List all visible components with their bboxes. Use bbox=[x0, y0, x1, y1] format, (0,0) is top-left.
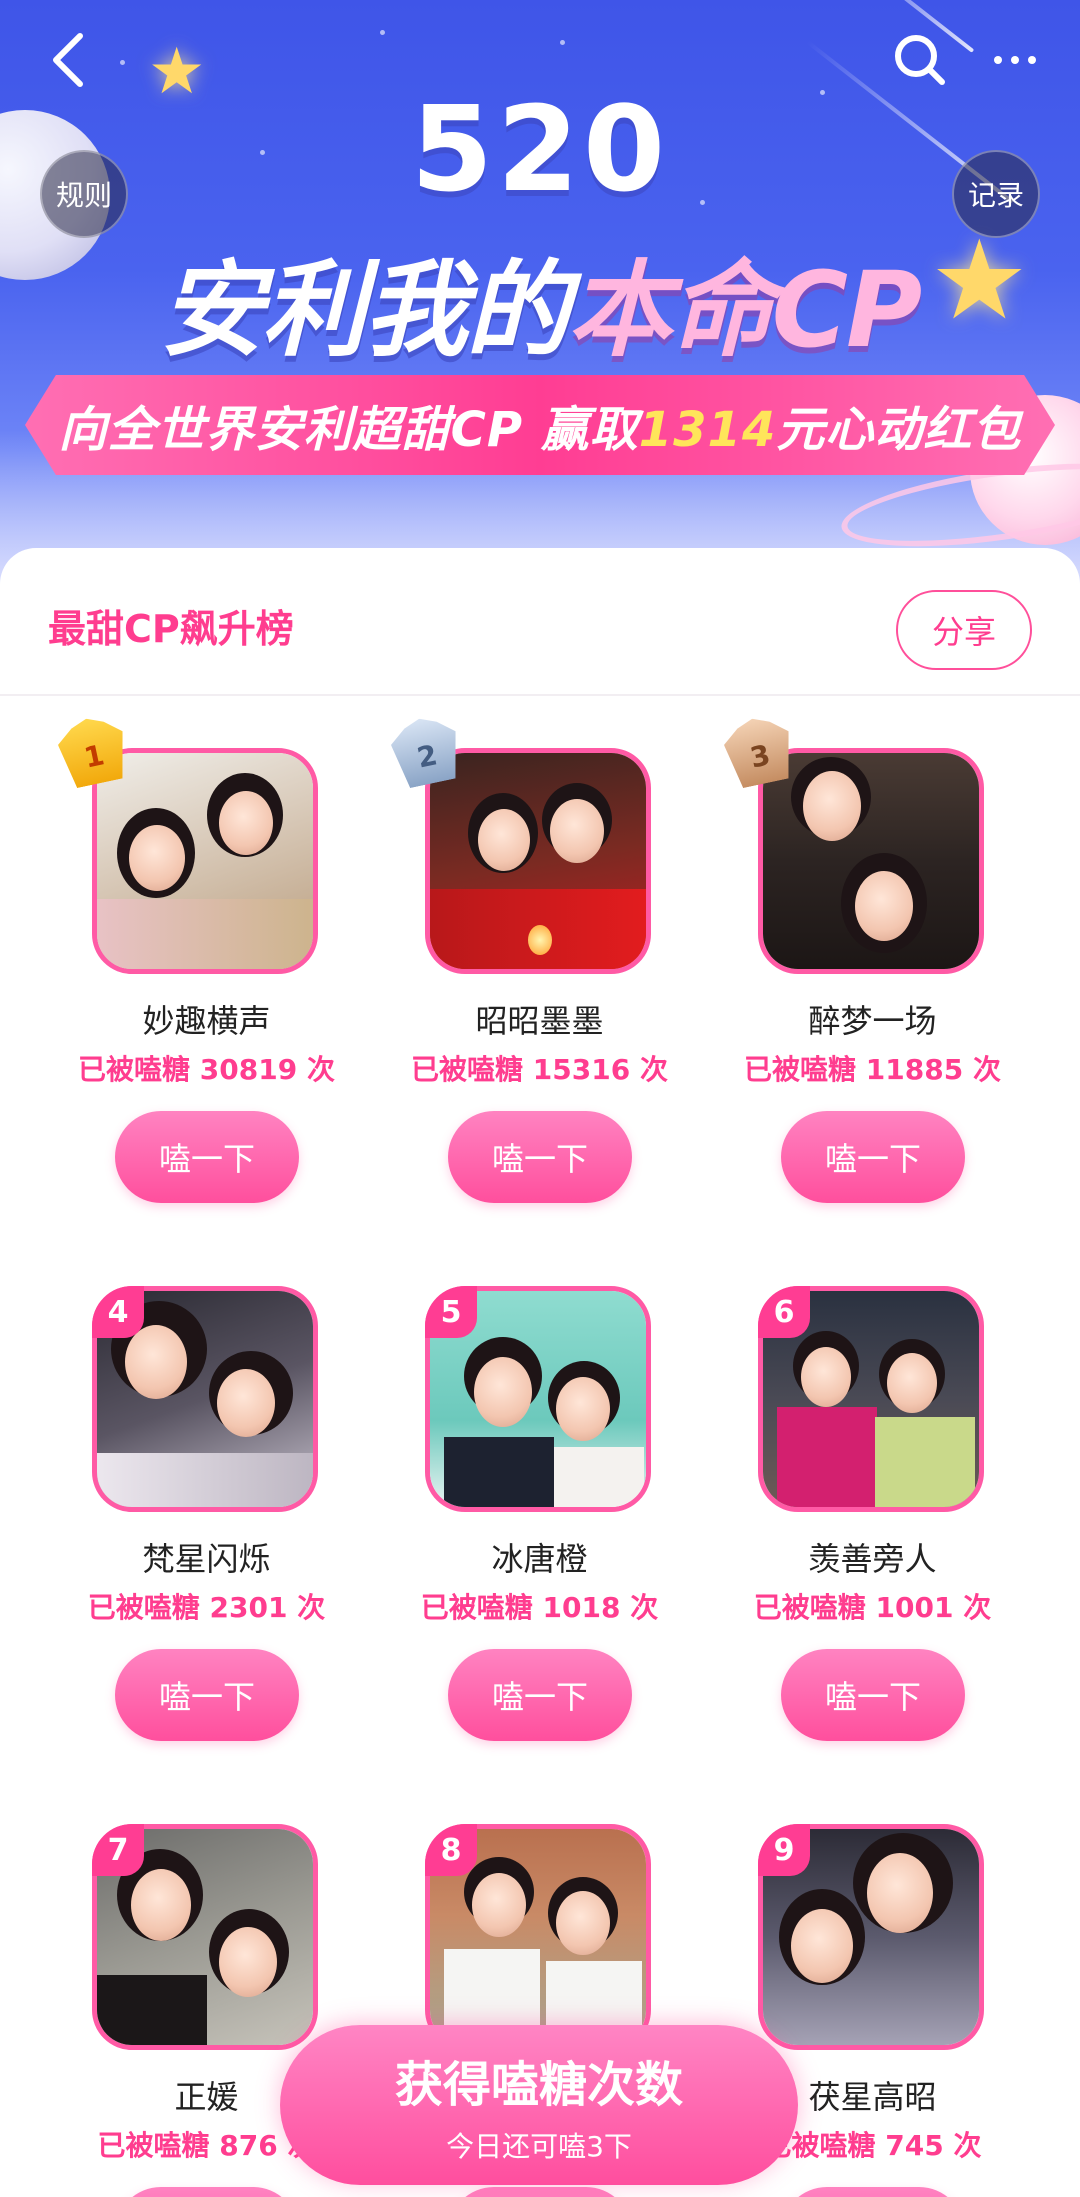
more-dot-icon bbox=[1028, 56, 1036, 64]
cp-item: 4 梵星闪烁 已被嗑糖 2301 次 嗑一下 bbox=[40, 1256, 373, 1744]
cp-name: 醉梦一场 bbox=[808, 1002, 937, 1040]
cp-item: 2 昭昭墨墨 已被嗑糖 15316 次 嗑一下 bbox=[373, 718, 706, 1206]
cover-figure bbox=[478, 809, 530, 871]
cp-count: 已被嗑糖 2301 次 bbox=[87, 1591, 326, 1624]
event-title: 安利我的本命CP bbox=[0, 225, 1080, 376]
back-arrow-icon bbox=[53, 33, 83, 87]
cover-figure bbox=[129, 825, 185, 891]
cta-title: 获得嗑糖次数 bbox=[394, 2057, 683, 2113]
ribbon-text-post: 元心动红包 bbox=[776, 402, 1022, 458]
more-button[interactable] bbox=[985, 30, 1045, 90]
reward-ribbon: 向全世界安利超甜CP 赢取1314元心动红包 bbox=[25, 375, 1055, 475]
cover-figure bbox=[777, 1407, 877, 1507]
cp-item: 6 羡善旁人 已被嗑糖 1001 次 嗑一下 bbox=[706, 1256, 1039, 1744]
ke-button[interactable]: 嗑一下 bbox=[781, 2187, 965, 2197]
ribbon-text-pre: 向全世界安利超甜CP 赢取 bbox=[58, 402, 639, 458]
ke-button[interactable]: 嗑一下 bbox=[448, 1649, 632, 1741]
rank-crown-gold-icon: 1 bbox=[54, 712, 132, 790]
cover-figure bbox=[472, 1873, 526, 1937]
event-banner: ★ ★ 规则 记录 520 安利我的本命CP 向全世界安利超甜CP 赢取1314… bbox=[0, 0, 1080, 600]
cover-figure bbox=[474, 1357, 532, 1427]
more-dot-icon bbox=[994, 56, 1002, 64]
star-dot bbox=[120, 60, 125, 65]
cover-figure bbox=[219, 1927, 277, 1997]
cover-figure bbox=[97, 1975, 207, 2045]
rules-button[interactable]: 规则 bbox=[40, 150, 128, 238]
cp-cover-image[interactable] bbox=[425, 748, 651, 974]
cover-figure bbox=[556, 1891, 610, 1955]
cp-count: 已被嗑糖 1001 次 bbox=[753, 1591, 992, 1624]
cover-figure bbox=[554, 1447, 644, 1507]
cover-figure bbox=[444, 1437, 554, 1507]
event-title-white: 安利我的 bbox=[159, 249, 570, 371]
cp-count: 已被嗑糖 11885 次 bbox=[744, 1053, 1001, 1086]
cover-art bbox=[763, 753, 979, 969]
cp-name: 梵星闪烁 bbox=[142, 1540, 271, 1578]
cp-item: 5 冰唐橙 已被嗑糖 1018 次 嗑一下 bbox=[373, 1256, 706, 1744]
cover-figure bbox=[97, 1453, 313, 1507]
ke-button[interactable]: 嗑一下 bbox=[448, 1111, 632, 1203]
event-number: 520 bbox=[410, 80, 670, 218]
rank-crown-bronze-icon: 3 bbox=[720, 712, 798, 790]
ke-button[interactable]: 嗑一下 bbox=[115, 1649, 299, 1741]
records-button[interactable]: 记录 bbox=[952, 150, 1040, 238]
cp-item: 1 妙趣横声 已被嗑糖 30819 次 嗑一下 bbox=[40, 718, 373, 1206]
cover-art bbox=[430, 753, 646, 969]
ke-button[interactable]: 嗑一下 bbox=[781, 1649, 965, 1741]
star-dot bbox=[380, 30, 385, 35]
cp-name: 妙趣横声 bbox=[142, 1002, 271, 1040]
cp-count: 已被嗑糖 30819 次 bbox=[78, 1053, 335, 1086]
cp-grid: 1 妙趣横声 已被嗑糖 30819 次 嗑一下 2 昭昭墨墨 已被嗑糖 1531… bbox=[0, 718, 1080, 2197]
cta-subtitle: 今日还可嗑3下 bbox=[446, 2130, 632, 2163]
cover-figure bbox=[855, 871, 913, 941]
star-dot bbox=[560, 40, 565, 45]
cover-figure bbox=[217, 1369, 275, 1437]
rank-crown-silver-icon: 2 bbox=[387, 712, 465, 790]
ranking-card: 最甜CP飙升榜 分享 1 妙趣横声 已被嗑糖 30819 次 嗑一下 2 昭昭墨… bbox=[0, 548, 1080, 2197]
search-button[interactable] bbox=[890, 30, 950, 90]
cover-figure bbox=[887, 1353, 937, 1413]
cover-figure bbox=[131, 1869, 191, 1941]
cover-figure bbox=[801, 1347, 851, 1407]
cover-figure bbox=[125, 1325, 187, 1399]
event-title-pink: 本命CP bbox=[567, 249, 923, 371]
cover-figure bbox=[556, 1377, 610, 1441]
cp-name: 羡善旁人 bbox=[808, 1540, 937, 1578]
get-ke-count-button[interactable]: 获得嗑糖次数 今日还可嗑3下 bbox=[280, 2025, 798, 2185]
ribbon-amount: 1314 bbox=[638, 402, 777, 458]
search-icon bbox=[895, 35, 945, 85]
cover-figure bbox=[867, 1853, 933, 1933]
ranking-header: 最甜CP飙升榜 分享 bbox=[0, 548, 1080, 696]
cover-figure bbox=[97, 899, 313, 969]
share-button[interactable]: 分享 bbox=[896, 590, 1032, 670]
reward-ribbon-text: 向全世界安利超甜CP 赢取1314元心动红包 bbox=[59, 390, 1022, 460]
ke-button[interactable]: 嗑一下 bbox=[448, 2187, 632, 2197]
more-dot-icon bbox=[1011, 56, 1019, 64]
cp-count: 已被嗑糖 15316 次 bbox=[411, 1053, 668, 1086]
cp-count: 已被嗑糖 1018 次 bbox=[420, 1591, 659, 1624]
cp-name: 昭昭墨墨 bbox=[475, 1002, 604, 1040]
cp-cover-image[interactable] bbox=[92, 748, 318, 974]
cover-figure bbox=[550, 799, 604, 863]
cp-item: 3 醉梦一场 已被嗑糖 11885 次 嗑一下 bbox=[706, 718, 1039, 1206]
candle-icon bbox=[528, 925, 552, 955]
cp-cover-image[interactable] bbox=[758, 748, 984, 974]
cover-figure bbox=[875, 1417, 975, 1507]
ke-button[interactable]: 嗑一下 bbox=[115, 1111, 299, 1203]
cp-name: 冰唐橙 bbox=[491, 1540, 588, 1578]
ranking-title: 最甜CP飙升榜 bbox=[48, 607, 294, 651]
ke-button[interactable]: 嗑一下 bbox=[781, 1111, 965, 1203]
cover-art bbox=[97, 753, 313, 969]
cover-figure bbox=[803, 771, 861, 841]
ke-button[interactable]: 嗑一下 bbox=[115, 2187, 299, 2197]
cover-figure bbox=[219, 791, 273, 855]
back-button[interactable] bbox=[38, 30, 98, 90]
cover-figure bbox=[791, 1909, 853, 1983]
